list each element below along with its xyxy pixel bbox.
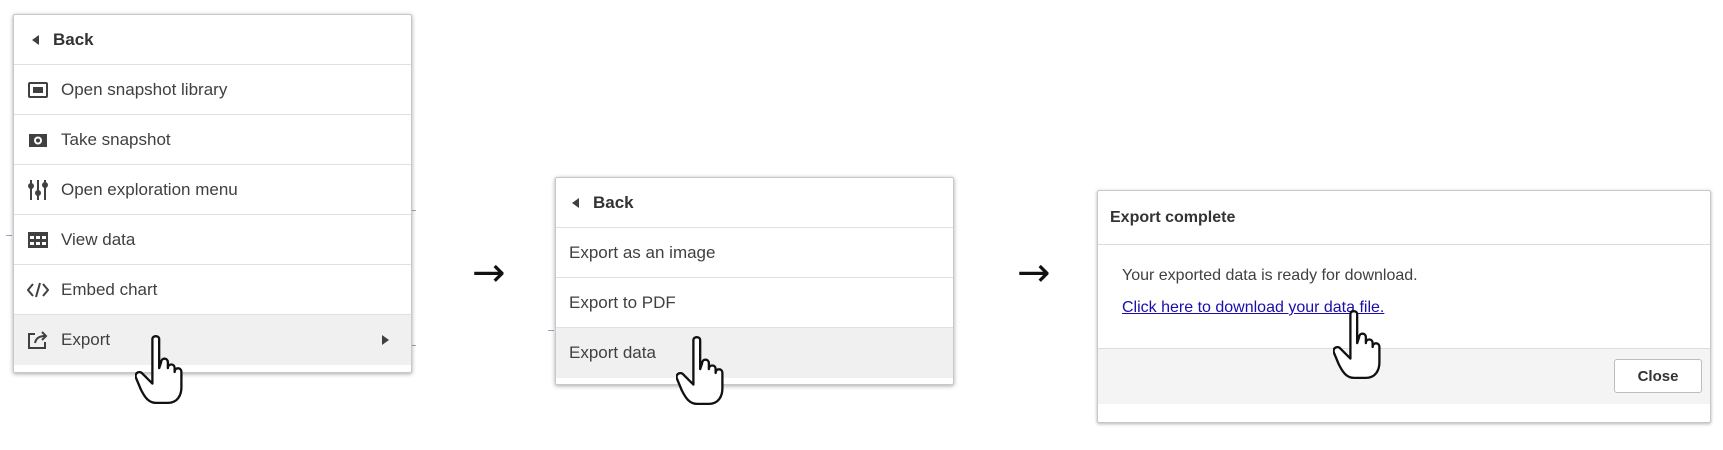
back-arrow-icon xyxy=(32,34,39,45)
export-icon xyxy=(27,329,49,351)
menu-item-label: Open snapshot library xyxy=(61,79,228,99)
menu-item-take-snapshot[interactable]: Take snapshot xyxy=(14,115,411,165)
back-label: Back xyxy=(593,192,634,212)
menu-item-export[interactable]: Export xyxy=(14,315,411,365)
dialog-message: Your exported data is ready for download… xyxy=(1122,267,1418,284)
hand-pointer-icon xyxy=(676,336,724,406)
export-submenu: Back Export as an image Export to PDF Ex… xyxy=(555,177,954,385)
menu-item-export-to-pdf[interactable]: Export to PDF xyxy=(556,278,953,328)
table-icon xyxy=(27,229,49,251)
submenu-arrow-icon xyxy=(382,335,389,345)
hand-pointer-icon xyxy=(1333,310,1381,380)
menu-item-label: Export data xyxy=(569,343,656,362)
code-icon xyxy=(27,279,49,301)
menu-item-view-data[interactable]: View data xyxy=(14,215,411,265)
context-menu: Back Open snapshot library Take snapshot… xyxy=(13,14,412,373)
hand-pointer-icon xyxy=(135,335,183,405)
back-arrow-icon xyxy=(572,197,579,208)
menu-item-open-exploration-menu[interactable]: Open exploration menu xyxy=(14,165,411,215)
camera-icon xyxy=(27,129,49,151)
sliders-icon xyxy=(27,179,49,201)
menu-item-embed-chart[interactable]: Embed chart xyxy=(14,265,411,315)
menu-item-label: Open exploration menu xyxy=(61,179,238,199)
menu-item-label: Embed chart xyxy=(61,279,158,299)
flow-arrow: → xyxy=(1017,250,1051,296)
back-menu-item[interactable]: Back xyxy=(556,178,953,228)
menu-item-export-data[interactable]: Export data xyxy=(556,328,953,378)
menu-item-label: Export as an image xyxy=(569,242,716,262)
dialog-title: Export complete xyxy=(1098,191,1710,245)
menu-item-label: Export xyxy=(61,330,111,349)
menu-item-label: Take snapshot xyxy=(61,129,171,149)
menu-item-label: Export to PDF xyxy=(569,292,676,312)
menu-item-label: View data xyxy=(61,229,136,249)
menu-item-open-snapshot-library[interactable]: Open snapshot library xyxy=(14,65,411,115)
dialog-footer: Close xyxy=(1098,349,1710,404)
snapshot-library-icon xyxy=(27,79,49,101)
back-menu-item[interactable]: Back xyxy=(14,15,411,65)
dialog-body: Your exported data is ready for download… xyxy=(1098,245,1710,349)
menu-item-export-as-image[interactable]: Export as an image xyxy=(556,228,953,278)
close-button[interactable]: Close xyxy=(1614,359,1702,393)
export-complete-dialog: Export complete Your exported data is re… xyxy=(1097,190,1711,423)
background-tick xyxy=(6,235,12,236)
background-tick xyxy=(548,330,554,331)
back-label: Back xyxy=(53,29,94,49)
flow-arrow: → xyxy=(472,250,506,296)
